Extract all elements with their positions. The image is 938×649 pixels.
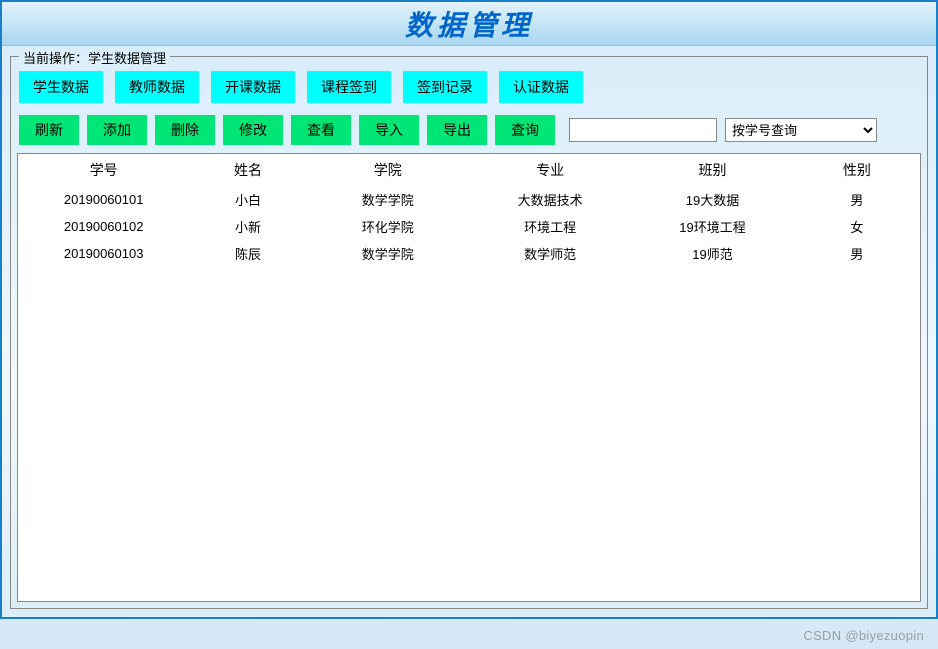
cell-id: 20190060103 <box>18 240 189 267</box>
cell-name: 小新 <box>189 213 306 240</box>
search-input[interactable] <box>569 118 717 142</box>
data-table: 学号 姓名 学院 专业 班别 性别 20190060101 小白 数学学院 <box>18 154 920 267</box>
refresh-button[interactable]: 刷新 <box>19 115 79 145</box>
view-button[interactable]: 查看 <box>291 115 351 145</box>
action-row: 刷新 添加 删除 修改 查看 导入 导出 查询 按学号查询 <box>17 115 921 145</box>
table-row[interactable]: 20190060102 小新 环化学院 环境工程 19环境工程 女 <box>18 213 920 240</box>
window-title: 数据管理 <box>405 4 533 44</box>
cell-major: 环境工程 <box>469 213 631 240</box>
tab-course-signin[interactable]: 课程签到 <box>307 71 391 103</box>
tab-course-data[interactable]: 开课数据 <box>211 71 295 103</box>
tab-auth-data[interactable]: 认证数据 <box>499 71 583 103</box>
cell-class: 19师范 <box>631 240 793 267</box>
tab-row: 学生数据 教师数据 开课数据 课程签到 签到记录 认证数据 <box>17 71 921 103</box>
current-operation: 学生数据管理 <box>88 51 166 66</box>
col-header-class[interactable]: 班别 <box>631 154 793 186</box>
delete-button[interactable]: 删除 <box>155 115 215 145</box>
add-button[interactable]: 添加 <box>87 115 147 145</box>
search-mode-select[interactable]: 按学号查询 <box>725 118 877 142</box>
edit-button[interactable]: 修改 <box>223 115 283 145</box>
table-row[interactable]: 20190060103 陈辰 数学学院 数学师范 19师范 男 <box>18 240 920 267</box>
table-body: 20190060101 小白 数学学院 大数据技术 19大数据 男 201900… <box>18 186 920 267</box>
cell-major: 数学师范 <box>469 240 631 267</box>
col-header-major[interactable]: 专业 <box>469 154 631 186</box>
cell-name: 小白 <box>189 186 306 213</box>
cell-major: 大数据技术 <box>469 186 631 213</box>
cell-class: 19环境工程 <box>631 213 793 240</box>
col-header-gender[interactable]: 性别 <box>794 154 920 186</box>
tab-student-data[interactable]: 学生数据 <box>19 71 103 103</box>
cell-class: 19大数据 <box>631 186 793 213</box>
col-header-id[interactable]: 学号 <box>18 154 189 186</box>
tab-teacher-data[interactable]: 教师数据 <box>115 71 199 103</box>
group-label: 当前操作：学生数据管理 <box>19 48 170 67</box>
title-bar: 数据管理 <box>2 2 936 46</box>
cell-gender: 女 <box>794 213 920 240</box>
col-header-name[interactable]: 姓名 <box>189 154 306 186</box>
table-container[interactable]: 学号 姓名 学院 专业 班别 性别 20190060101 小白 数学学院 <box>17 153 921 602</box>
window-frame: 数据管理 当前操作：学生数据管理 学生数据 教师数据 开课数据 课程签到 签到记… <box>0 0 938 619</box>
cell-name: 陈辰 <box>189 240 306 267</box>
group-label-prefix: 当前操作： <box>23 51 88 66</box>
export-button[interactable]: 导出 <box>427 115 487 145</box>
tab-signin-record[interactable]: 签到记录 <box>403 71 487 103</box>
import-button[interactable]: 导入 <box>359 115 419 145</box>
main-groupbox: 当前操作：学生数据管理 学生数据 教师数据 开课数据 课程签到 签到记录 认证数… <box>10 56 928 609</box>
cell-gender: 男 <box>794 186 920 213</box>
cell-college: 环化学院 <box>307 213 469 240</box>
table-header-row: 学号 姓名 学院 专业 班别 性别 <box>18 154 920 186</box>
body-area: 当前操作：学生数据管理 学生数据 教师数据 开课数据 课程签到 签到记录 认证数… <box>2 46 936 617</box>
cell-id: 20190060102 <box>18 213 189 240</box>
cell-id: 20190060101 <box>18 186 189 213</box>
query-button[interactable]: 查询 <box>495 115 555 145</box>
col-header-college[interactable]: 学院 <box>307 154 469 186</box>
cell-college: 数学学院 <box>307 240 469 267</box>
watermark-text: CSDN @biyezuopin <box>803 628 924 643</box>
cell-gender: 男 <box>794 240 920 267</box>
cell-college: 数学学院 <box>307 186 469 213</box>
table-row[interactable]: 20190060101 小白 数学学院 大数据技术 19大数据 男 <box>18 186 920 213</box>
